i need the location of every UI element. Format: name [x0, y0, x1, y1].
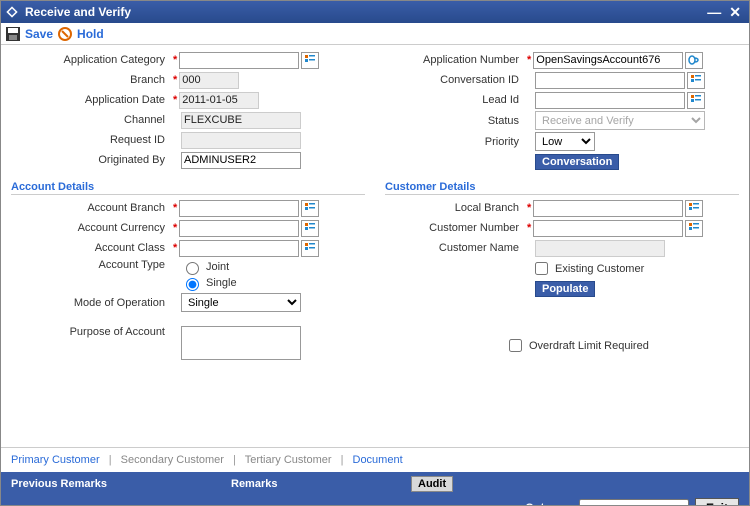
mode-op-label: Mode of Operation [11, 297, 171, 309]
account-type-single-radio[interactable]: Single [181, 275, 237, 291]
mode-op-select[interactable]: Single [181, 293, 301, 312]
account-details-header: Account Details [11, 181, 365, 195]
tab-tertiary-customer[interactable]: Tertiary Customer [245, 454, 332, 466]
account-type-label: Account Type [11, 259, 171, 271]
required-mark: * [171, 74, 179, 86]
branch-input [179, 72, 239, 89]
app-number-detail-icon[interactable] [685, 52, 703, 69]
status-label: Status [385, 115, 525, 127]
top-left-column: Application Category * Branch * Applicat… [11, 51, 365, 173]
cust-name-label: Customer Name [385, 242, 525, 254]
conv-id-input[interactable] [535, 72, 685, 89]
existing-customer-checkbox[interactable] [535, 262, 548, 275]
outcome-label: Outcome [525, 502, 573, 506]
close-button[interactable]: ✕ [725, 4, 745, 21]
required-mark: * [525, 54, 533, 66]
save-disk-icon[interactable] [5, 26, 21, 42]
tab-document[interactable]: Document [353, 454, 403, 466]
priority-select[interactable]: Low [535, 132, 595, 151]
footer: Previous Remarks Remarks Audit Outcome E… [1, 472, 749, 506]
app-category-input[interactable] [179, 52, 299, 69]
conversation-button[interactable]: Conversation [535, 154, 619, 170]
app-number-input[interactable] [533, 52, 683, 69]
app-date-input [179, 92, 259, 109]
toolbar: Save Hold [1, 23, 749, 45]
save-button[interactable]: Save [23, 27, 55, 41]
purpose-label: Purpose of Account [11, 326, 171, 338]
conv-id-lov-icon[interactable] [687, 72, 705, 89]
window-title: Receive and Verify [25, 5, 703, 19]
single-label: Single [206, 277, 237, 289]
local-branch-input[interactable] [533, 200, 683, 217]
local-branch-label: Local Branch [385, 202, 525, 214]
required-mark: * [171, 242, 179, 254]
joint-label: Joint [206, 261, 229, 273]
customer-details-header: Customer Details [385, 181, 739, 195]
purpose-textarea[interactable] [181, 326, 301, 360]
account-currency-label: Account Currency [11, 222, 171, 234]
remarks-label: Remarks [231, 478, 411, 490]
form-body: Application Category * Branch * Applicat… [1, 45, 749, 447]
channel-input [181, 112, 301, 129]
app-diamond-icon [5, 5, 19, 19]
account-class-input[interactable] [179, 240, 299, 257]
titlebar: Receive and Verify — ✕ [1, 1, 749, 23]
app-category-label: Application Category [11, 54, 171, 66]
account-currency-input[interactable] [179, 220, 299, 237]
cust-number-input[interactable] [533, 220, 683, 237]
originated-by-input[interactable] [181, 152, 301, 169]
priority-label: Priority [385, 136, 525, 148]
hold-button[interactable]: Hold [75, 27, 106, 41]
channel-label: Channel [11, 114, 171, 126]
cust-number-lov-icon[interactable] [685, 220, 703, 237]
status-select: Receive and Verify [535, 111, 705, 130]
overdraft-label: Overdraft Limit Required [529, 340, 649, 352]
request-id-label: Request ID [11, 134, 171, 146]
existing-customer-label: Existing Customer [555, 263, 644, 275]
account-details-section: Account Details Account Branch * Account… [11, 173, 365, 362]
conv-id-label: Conversation ID [385, 74, 525, 86]
audit-button[interactable]: Audit [411, 476, 453, 492]
window-receive-verify: Receive and Verify — ✕ Save Hold Applica… [0, 0, 750, 506]
required-mark: * [171, 54, 179, 66]
customer-details-section: Customer Details Local Branch * Customer… [385, 173, 739, 362]
account-class-label: Account Class [11, 242, 171, 254]
required-mark: * [525, 222, 533, 234]
account-branch-label: Account Branch [11, 202, 171, 214]
account-branch-lov-icon[interactable] [301, 200, 319, 217]
exit-button[interactable]: Exit [695, 498, 739, 506]
required-mark: * [171, 202, 179, 214]
required-mark: * [171, 94, 179, 106]
minimize-button[interactable]: — [703, 4, 725, 20]
app-date-label: Application Date [11, 94, 171, 106]
overdraft-checkbox[interactable] [509, 339, 522, 352]
lead-id-lov-icon[interactable] [687, 92, 705, 109]
cust-number-label: Customer Number [385, 222, 525, 234]
app-category-lov-icon[interactable] [301, 52, 319, 69]
account-currency-lov-icon[interactable] [301, 220, 319, 237]
tab-secondary-customer[interactable]: Secondary Customer [121, 454, 224, 466]
local-branch-lov-icon[interactable] [685, 200, 703, 217]
cust-name-input [535, 240, 665, 257]
hold-icon[interactable] [57, 26, 73, 42]
tab-primary-customer[interactable]: Primary Customer [11, 454, 100, 466]
account-branch-input[interactable] [179, 200, 299, 217]
top-right-column: Application Number * Conversation ID Lea… [385, 51, 739, 173]
bottom-tabs: Primary Customer | Secondary Customer | … [1, 447, 749, 472]
prev-remarks-label: Previous Remarks [11, 478, 231, 490]
app-number-label: Application Number [385, 54, 525, 66]
populate-button[interactable]: Populate [535, 281, 595, 297]
branch-label: Branch [11, 74, 171, 86]
lead-id-label: Lead Id [385, 94, 525, 106]
account-class-lov-icon[interactable] [301, 240, 319, 257]
required-mark: * [171, 222, 179, 234]
lead-id-input[interactable] [535, 92, 685, 109]
outcome-select[interactable] [579, 499, 689, 506]
originated-by-label: Originated By [11, 154, 171, 166]
account-type-joint-radio[interactable]: Joint [181, 259, 237, 275]
required-mark: * [525, 202, 533, 214]
request-id-input [181, 132, 301, 149]
